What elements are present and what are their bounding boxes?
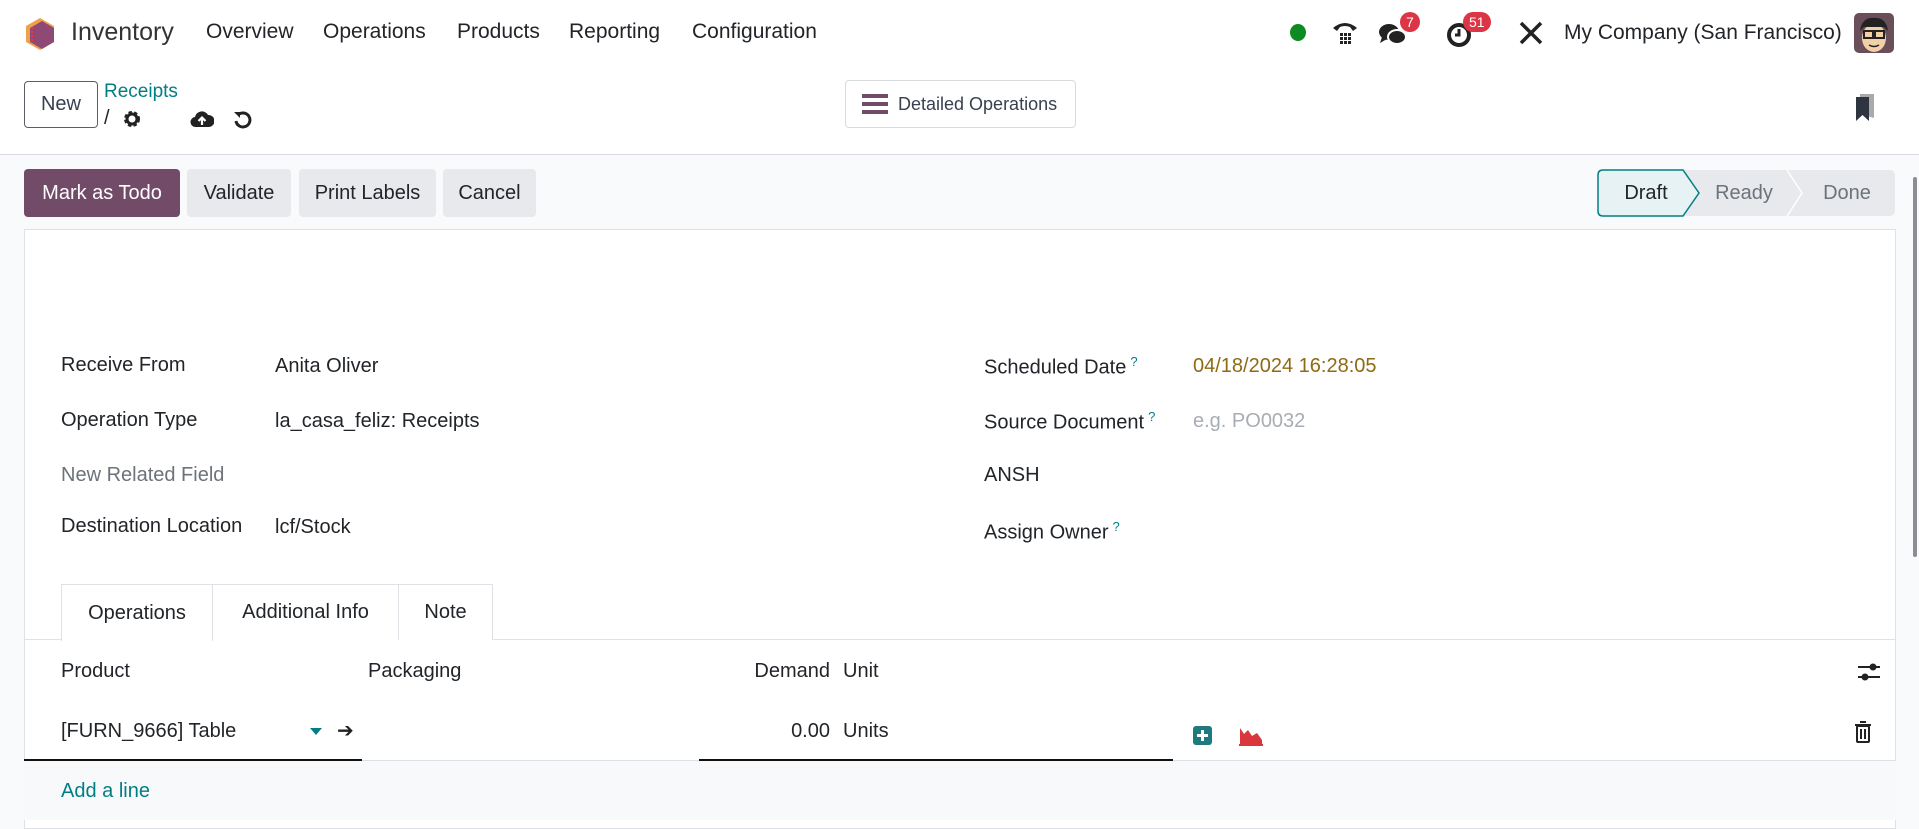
tab-operations[interactable]: Operations	[61, 584, 213, 641]
help-icon[interactable]: ?	[1113, 519, 1120, 534]
activities-badge: 51	[1463, 12, 1491, 32]
column-header-product[interactable]: Product	[61, 660, 130, 683]
print-labels-button[interactable]: Print Labels	[299, 169, 436, 217]
new-related-field-label: New Related Field	[61, 464, 225, 486]
column-header-packaging[interactable]: Packaging	[368, 660, 461, 683]
forecast-chart-icon[interactable]	[1238, 724, 1264, 746]
cancel-button[interactable]: Cancel	[443, 169, 536, 217]
menu-products[interactable]: Products	[457, 20, 540, 44]
help-icon[interactable]: ?	[1130, 354, 1137, 369]
optional-columns-icon[interactable]	[1858, 661, 1880, 683]
add-plus-icon[interactable]	[1193, 726, 1212, 745]
app-title[interactable]: Inventory	[71, 18, 174, 47]
new-button[interactable]: New	[24, 81, 98, 128]
breadcrumb-separator: /	[104, 107, 110, 129]
ansh-label: ANSH	[984, 464, 1040, 486]
menu-reporting[interactable]: Reporting	[569, 20, 660, 44]
mark-as-todo-button[interactable]: Mark as Todo	[24, 169, 180, 217]
add-line-row	[24, 760, 1896, 820]
assign-owner-label: Assign Owner?	[984, 519, 1120, 544]
top-navbar: Inventory Overview Operations Products R…	[0, 0, 1919, 69]
scrollbar[interactable]	[1913, 177, 1917, 557]
scheduled-date-field[interactable]: 04/18/2024 16:28:05	[1193, 355, 1377, 378]
status-ready[interactable]: Ready	[1699, 182, 1789, 205]
breadcrumb-receipts[interactable]: Receipts	[104, 81, 178, 103]
unit-field[interactable]: Units	[843, 720, 889, 743]
receive-from-field[interactable]: Anita Oliver	[275, 355, 378, 378]
destination-location-label: Destination Location	[61, 515, 243, 537]
user-avatar[interactable]	[1854, 13, 1894, 53]
product-field[interactable]: [FURN_9666] Table	[61, 720, 236, 743]
source-document-label: Source Document?	[984, 409, 1156, 434]
internal-link-arrow-icon[interactable]: ➔	[337, 718, 354, 743]
validate-button[interactable]: Validate	[187, 169, 291, 217]
discard-undo-icon[interactable]	[232, 109, 254, 131]
column-header-unit[interactable]: Unit	[843, 660, 879, 683]
menu-overview[interactable]: Overview	[206, 20, 294, 44]
menu-configuration[interactable]: Configuration	[692, 20, 817, 44]
bookmark-icon[interactable]	[1855, 94, 1875, 122]
operation-type-label: Operation Type	[61, 409, 198, 431]
inventory-logo-icon[interactable]	[25, 17, 55, 51]
dropdown-caret-icon[interactable]	[310, 728, 322, 735]
control-panel: New Receipts / Detailed Operations	[0, 69, 1919, 155]
column-header-demand[interactable]: Demand	[700, 660, 830, 683]
debug-tools-icon[interactable]	[1518, 20, 1544, 46]
messages-badge: 7	[1400, 12, 1420, 32]
product-field-underline	[24, 759, 362, 761]
help-icon[interactable]: ?	[1148, 409, 1155, 424]
status-done[interactable]: Done	[1802, 182, 1892, 205]
operation-type-field[interactable]: la_casa_feliz: Receipts	[275, 410, 480, 433]
detailed-operations-button[interactable]: Detailed Operations	[845, 80, 1076, 128]
delete-trash-icon[interactable]	[1855, 721, 1871, 743]
receive-from-label: Receive From	[61, 354, 186, 376]
menu-bars-icon	[862, 94, 888, 114]
source-document-input[interactable]: e.g. PO0032	[1193, 410, 1305, 433]
demand-field[interactable]: 0.00	[700, 720, 830, 743]
scheduled-date-label: Scheduled Date?	[984, 354, 1138, 379]
status-bar: Draft Ready Done	[1597, 169, 1896, 217]
company-switcher[interactable]: My Company (San Francisco)	[1564, 21, 1842, 45]
demand-field-underline	[699, 759, 1173, 761]
menu-operations[interactable]: Operations	[323, 20, 426, 44]
tab-note[interactable]: Note	[399, 584, 493, 640]
detailed-operations-label: Detailed Operations	[898, 93, 1058, 114]
phone-icon[interactable]	[1331, 18, 1359, 46]
presence-status-icon	[1290, 24, 1306, 41]
tab-additional-info[interactable]: Additional Info	[213, 584, 399, 640]
gear-icon[interactable]	[122, 109, 142, 129]
destination-location-field[interactable]: lcf/Stock	[275, 516, 351, 539]
status-draft[interactable]: Draft	[1597, 182, 1695, 205]
save-cloud-icon[interactable]	[190, 109, 214, 129]
add-a-line-link[interactable]: Add a line	[61, 780, 150, 803]
